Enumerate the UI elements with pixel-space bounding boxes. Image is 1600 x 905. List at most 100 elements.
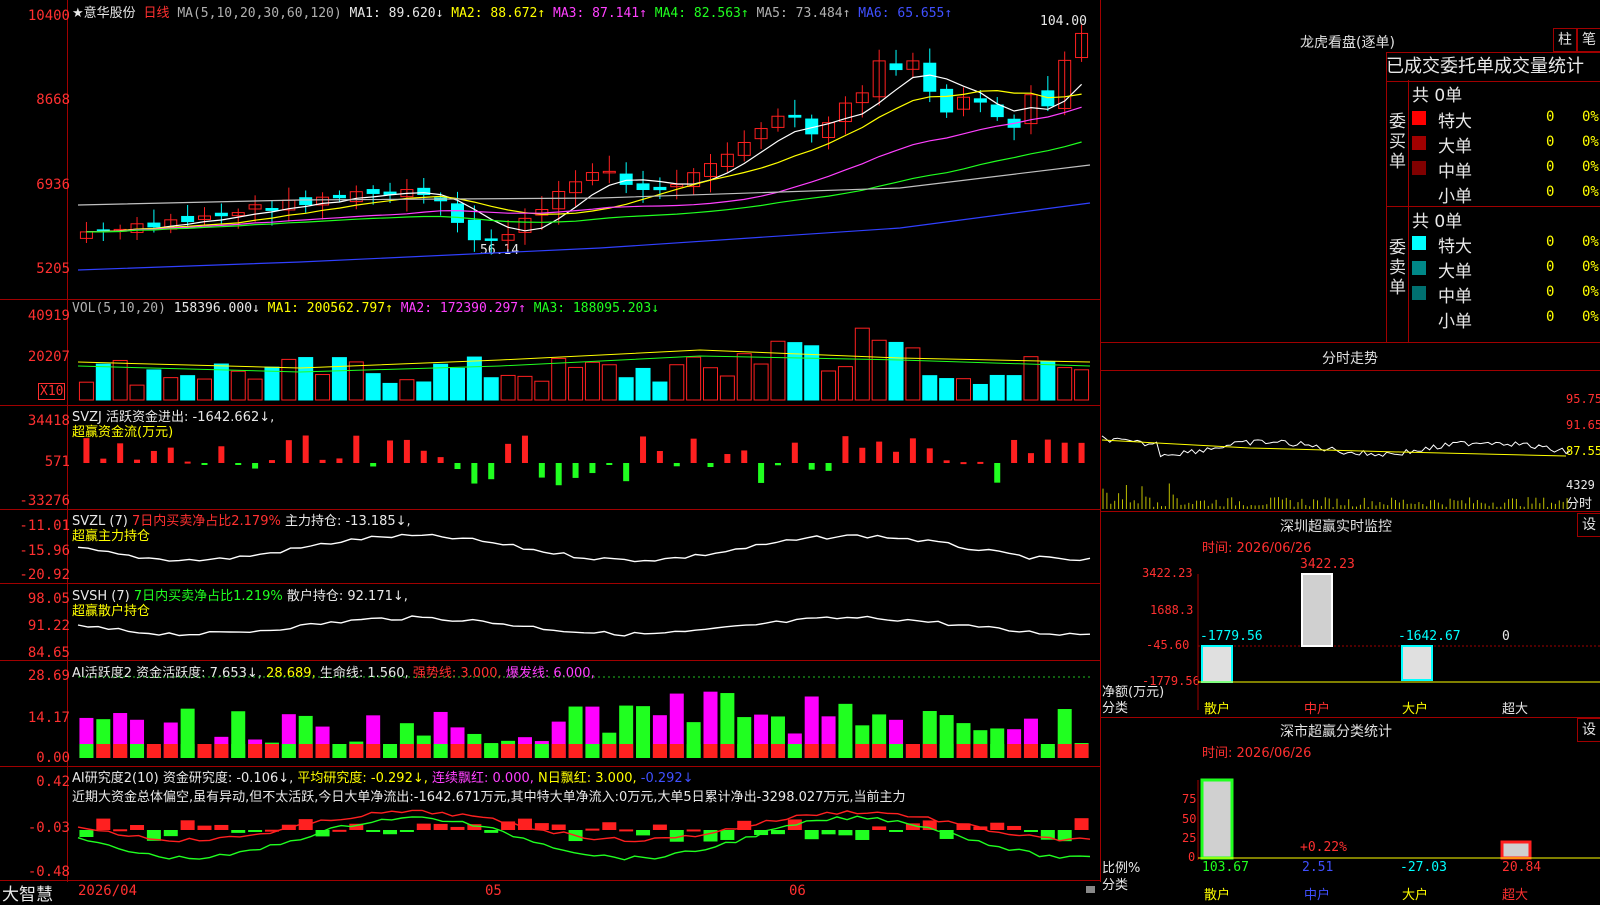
sell-color-swatch <box>1412 261 1426 275</box>
ai-base-bar <box>281 744 296 758</box>
research-bar <box>872 826 887 830</box>
research-line <box>77 809 1091 843</box>
intraday-price-line <box>1101 435 1571 458</box>
chart-canvas[interactable] <box>0 0 1600 900</box>
ai-base-bar <box>332 744 347 758</box>
candle-body <box>214 212 228 217</box>
fund-flow-bar <box>1044 439 1051 463</box>
ai-base-bar <box>248 744 263 758</box>
buy-name: 小单 <box>1438 187 1472 207</box>
research-bar <box>770 830 785 835</box>
research-bar <box>197 825 212 830</box>
research-bar <box>821 830 836 835</box>
volume-bar <box>382 382 398 401</box>
buy-row: 大单 0 0% <box>1412 132 1600 157</box>
ai-base-bar <box>905 744 920 758</box>
candle-body <box>788 114 802 118</box>
volume-bar <box>1023 356 1039 401</box>
buy-color-swatch <box>1412 161 1426 175</box>
sell-count: 0 <box>1546 309 1555 325</box>
fund-flow-bar <box>184 461 191 464</box>
ai-base-bar <box>96 744 111 758</box>
volume-bar <box>331 357 347 401</box>
buy-pct: 0% <box>1582 109 1599 125</box>
ai-base-bar <box>501 744 516 758</box>
ai-base-bar <box>315 744 330 758</box>
volume-bar <box>905 347 921 401</box>
volume-bar <box>787 342 803 401</box>
fund-flow-bar <box>842 436 849 463</box>
ai-base-bar <box>787 744 802 758</box>
volume-bar <box>1040 361 1056 401</box>
sell-count: 0 <box>1546 234 1555 250</box>
ai-base-bar <box>737 744 752 758</box>
research-bar <box>383 830 398 835</box>
volume-bar <box>483 377 499 401</box>
research-bar <box>619 829 634 832</box>
research-bar <box>484 830 499 833</box>
buy-name: 中单 <box>1438 162 1472 182</box>
fund-flow-bar <box>893 451 900 463</box>
buy-color-swatch <box>1412 136 1426 150</box>
fund-flow-bar <box>606 463 613 465</box>
ai-base-bar <box>551 744 566 758</box>
ss-bar-super <box>1500 840 1532 860</box>
volume-bar <box>1057 367 1073 401</box>
volume-bar <box>281 358 297 401</box>
volume-bar <box>112 359 128 401</box>
fund-flow-bar <box>521 435 528 463</box>
ma6-line <box>77 202 1091 271</box>
ai-base-bar <box>855 744 870 758</box>
ai-base-bar <box>669 744 684 758</box>
fund-flow-bar <box>1078 442 1085 463</box>
volume-bar <box>399 379 415 401</box>
buy-pct: 0% <box>1582 134 1599 150</box>
fund-flow-bar <box>808 463 815 470</box>
fund-flow-bar <box>741 450 748 463</box>
volume-bar <box>298 357 314 401</box>
candle-body <box>619 173 633 185</box>
volume-bar <box>770 340 786 401</box>
research-bar <box>636 830 651 836</box>
fund-flow-bar <box>623 463 630 482</box>
sell-color-swatch <box>1412 236 1426 250</box>
ai-base-bar <box>416 744 431 758</box>
fund-flow-bar <box>572 463 579 478</box>
sell-name: 特大 <box>1438 237 1472 257</box>
volume-bar <box>888 341 904 401</box>
fund-flow-bar <box>268 460 275 463</box>
research-bar <box>231 830 246 833</box>
ai-base-bar <box>922 744 937 758</box>
research-bar <box>96 818 111 830</box>
research-bar <box>399 830 414 832</box>
ai-base-bar <box>838 744 853 758</box>
fund-flow-bar <box>420 450 427 463</box>
candle-body <box>973 98 987 103</box>
research-bar <box>889 830 904 832</box>
volume-bar <box>939 378 955 401</box>
ai-base-bar <box>754 744 769 758</box>
fund-flow-bar <box>791 442 798 463</box>
volume-bar <box>450 367 465 401</box>
volume-bar <box>956 378 971 401</box>
ss-bar-retail <box>1200 778 1234 860</box>
sell-pct: 0% <box>1582 234 1599 250</box>
volume-bar <box>180 375 196 401</box>
ai-base-bar <box>534 744 549 758</box>
volume-bar <box>837 366 853 401</box>
fund-flow-bar <box>1011 439 1018 463</box>
ai-base-bar <box>231 744 246 758</box>
fund-flow-bar <box>83 438 90 463</box>
sell-row: 中单 0 0% <box>1412 282 1600 307</box>
fund-flow-bar <box>640 436 647 463</box>
ai-base-bar <box>517 744 532 758</box>
research-bar <box>838 830 853 836</box>
fund-flow-bar <box>943 460 950 463</box>
volume-bar <box>669 364 685 401</box>
candle-body <box>467 219 481 241</box>
fund-flow-bar <box>319 459 326 463</box>
ai-base-bar <box>973 744 988 758</box>
volume-bar <box>247 378 263 401</box>
fund-flow-bar <box>201 463 208 465</box>
fund-flow-bar <box>235 463 242 465</box>
